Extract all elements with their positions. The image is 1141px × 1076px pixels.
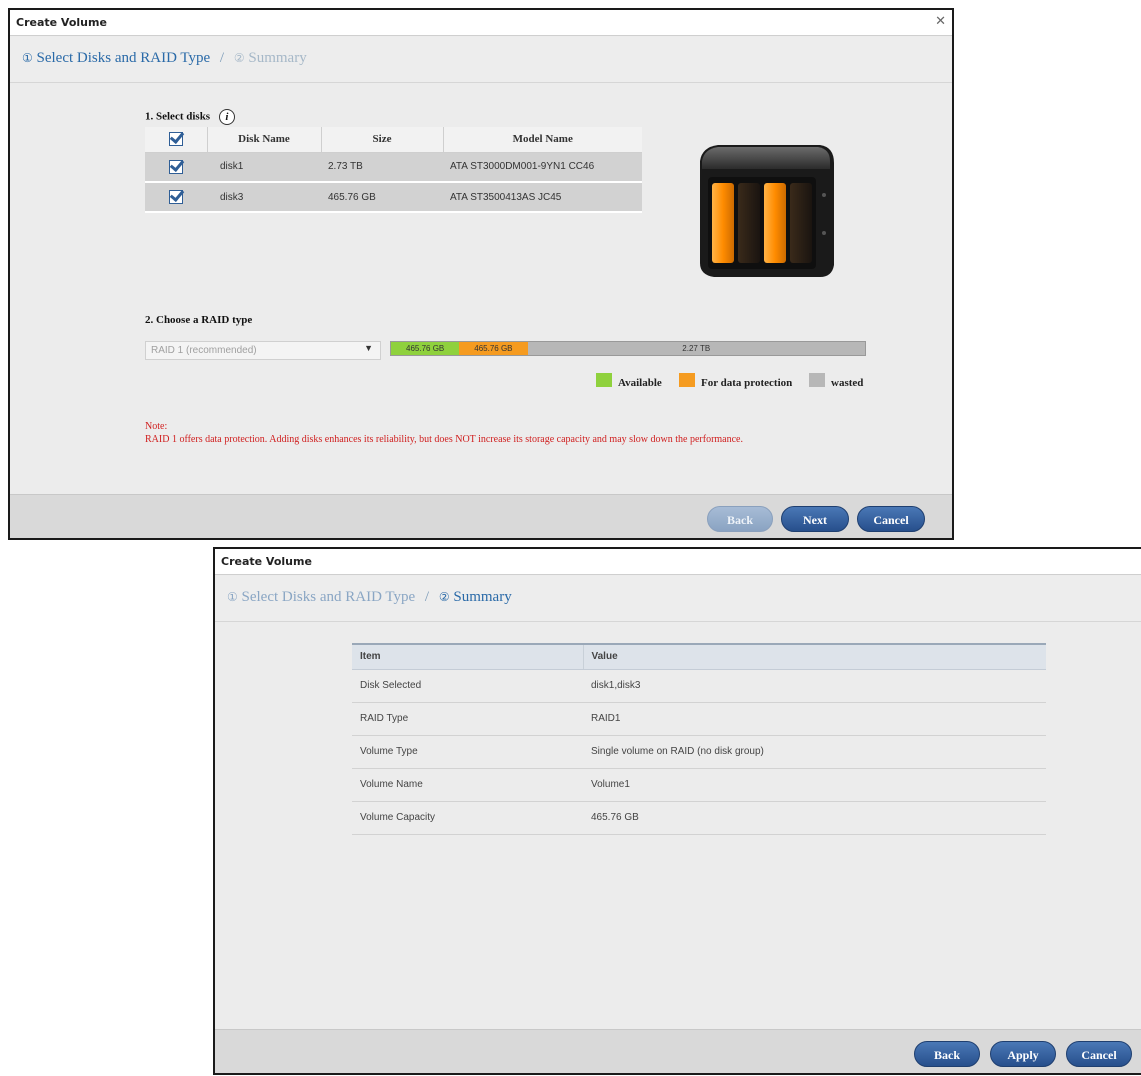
summary-item: Volume Capacity <box>352 801 583 835</box>
summary-value: RAID1 <box>583 702 1046 736</box>
step-select-disks: ① Select Disks and RAID Type <box>22 50 214 66</box>
dialog-titlebar: Create Volume ✕ <box>10 10 952 36</box>
step-separator: / <box>219 50 225 66</box>
table-row: Volume Name Volume1 <box>352 768 1046 802</box>
legend-swatch-available <box>596 373 612 387</box>
raid-type-dropdown[interactable]: RAID 1 (recommended) ▼ <box>145 341 381 360</box>
col-value: Value <box>583 643 1046 670</box>
summary-value: 465.76 GB <box>583 801 1046 835</box>
dialog-footer: Back Next Cancel <box>10 494 952 538</box>
apply-button[interactable]: Apply <box>990 1041 1056 1067</box>
summary-value: Single volume on RAID (no disk group) <box>583 735 1046 769</box>
legend-label-protection: For data protection <box>701 377 793 389</box>
create-volume-dialog-step1: Create Volume ✕ ① Select Disks and RAID … <box>8 8 954 540</box>
legend-swatch-wasted <box>809 373 825 387</box>
wizard-steps: ① Select Disks and RAID Type / ② Summary <box>215 576 1141 622</box>
table-row[interactable]: disk3 465.76 GB ATA ST3500413AS JC45 <box>145 182 642 213</box>
legend-label-available: Available <box>618 377 662 389</box>
summary-table-header: Item Value <box>352 643 1046 670</box>
next-button[interactable]: Next <box>781 506 849 532</box>
select-all-checkbox[interactable] <box>168 132 183 147</box>
dialog-titlebar: Create Volume <box>215 549 1141 575</box>
legend-protection: For data protection <box>679 373 792 389</box>
capacity-segment: 465.76 GB <box>459 342 528 355</box>
table-row: Volume Capacity 465.76 GB <box>352 801 1046 835</box>
raid-type-label: 2. Choose a RAID type <box>145 314 253 326</box>
step2-number: ② <box>438 590 450 604</box>
chevron-down-icon[interactable]: ▼ <box>364 343 373 353</box>
raid-type-selected: RAID 1 (recommended) <box>151 345 257 356</box>
step-select-disks: ① Select Disks and RAID Type <box>227 589 419 605</box>
col-disk-name[interactable]: Disk Name <box>207 127 322 153</box>
disk-table-header: Disk Name Size Model Name <box>145 127 642 153</box>
disk-name: disk1 <box>207 152 321 183</box>
col-item: Item <box>352 643 584 670</box>
disk-model: ATA ST3500413AS JC45 <box>443 182 642 213</box>
table-row: RAID Type RAID1 <box>352 702 1046 736</box>
summary-item: RAID Type <box>352 702 583 736</box>
legend-label-wasted: wasted <box>831 377 864 389</box>
capacity-segment: 465.76 GB <box>391 342 460 355</box>
wizard-steps: ① Select Disks and RAID Type / ② Summary <box>10 37 952 83</box>
step1-number: ① <box>22 51 33 65</box>
dialog-footer: Back Apply Cancel <box>215 1029 1141 1073</box>
legend-available: Available <box>596 373 662 389</box>
close-icon[interactable]: ✕ <box>935 14 946 29</box>
note-title: Note: <box>145 421 168 432</box>
col-size[interactable]: Size <box>321 127 444 153</box>
dialog-title: Create Volume <box>221 555 312 568</box>
back-button[interactable]: Back <box>914 1041 980 1067</box>
capacity-bar: 465.76 GB 465.76 GB 2.27 TB <box>390 341 866 356</box>
cancel-button[interactable]: Cancel <box>1066 1041 1132 1067</box>
note-text: RAID 1 offers data protection. Adding di… <box>145 434 743 445</box>
select-all-cell <box>145 127 208 153</box>
disk-table: Disk Name Size Model Name disk1 2.73 TB … <box>145 127 642 213</box>
row-checkbox-cell <box>145 152 207 183</box>
info-icon[interactable]: i <box>218 109 235 125</box>
disk-name: disk3 <box>207 182 321 213</box>
summary-value: disk1,disk3 <box>583 669 1046 703</box>
raid-note: Note: RAID 1 offers data protection. Add… <box>145 420 743 446</box>
disk-model: ATA ST3000DM001-9YN1 CC46 <box>443 152 642 183</box>
step-summary: ② Summary <box>439 589 512 605</box>
step-separator: / <box>424 589 430 605</box>
disk-size: 2.73 TB <box>321 152 443 183</box>
step1-label: Select Disks and RAID Type <box>241 589 416 605</box>
disk-size: 465.76 GB <box>321 182 443 213</box>
step1-number: ① <box>227 590 238 604</box>
summary-item: Volume Type <box>352 735 583 769</box>
back-button[interactable]: Back <box>707 506 773 532</box>
select-disks-label: 1. Select disks <box>145 110 211 123</box>
disk-checkbox[interactable] <box>169 190 183 204</box>
legend-swatch-protection <box>679 373 695 387</box>
step-summary: ② Summary <box>234 50 307 66</box>
step2-label: Summary <box>248 50 307 66</box>
table-row: Disk Selected disk1,disk3 <box>352 669 1046 703</box>
row-checkbox-cell <box>145 182 207 213</box>
col-model-name[interactable]: Model Name <box>443 127 642 153</box>
cancel-button[interactable]: Cancel <box>857 506 925 532</box>
step1-label: Select Disks and RAID Type <box>36 50 211 66</box>
legend-wasted: wasted <box>809 373 863 389</box>
dialog-title: Create Volume <box>16 16 107 29</box>
nas-device-illustration <box>700 145 834 277</box>
select-disks-heading: 1. Select disks i <box>145 109 235 125</box>
disk-checkbox[interactable] <box>169 159 183 174</box>
step2-number: ② <box>233 51 245 65</box>
summary-item: Volume Name <box>352 768 583 802</box>
create-volume-dialog-summary: Create Volume ① Select Disks and RAID Ty… <box>213 547 1141 1075</box>
capacity-segment: 2.27 TB <box>527 342 865 355</box>
summary-item: Disk Selected <box>352 669 583 703</box>
summary-value: Volume1 <box>583 768 1046 802</box>
step2-label: Summary <box>453 589 512 605</box>
table-row[interactable]: disk1 2.73 TB ATA ST3000DM001-9YN1 CC46 <box>145 152 642 183</box>
table-row: Volume Type Single volume on RAID (no di… <box>352 735 1046 769</box>
summary-table: Item Value Disk Selected disk1,disk3 RAI… <box>352 643 1046 835</box>
